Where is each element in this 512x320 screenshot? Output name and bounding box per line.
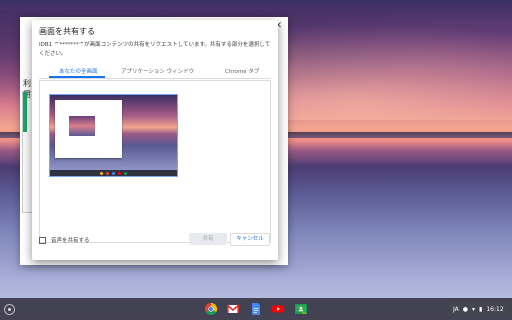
dialog-title: 画面を共有する <box>39 27 95 36</box>
tab-entire-screen[interactable]: あなたの全画面 <box>59 67 98 75</box>
thumbnail-app-icon <box>106 172 109 175</box>
share-screen-dialog: 画面を共有する IDB1 ™*******™が画面コンテンツの共有をリクエストし… <box>32 20 278 260</box>
source-tabs: あなたの全画面 アプリケーション ウィンドウ Chrome タブ <box>39 66 271 79</box>
classroom-icon[interactable] <box>295 303 307 315</box>
tab-application-window[interactable]: アプリケーション ウィンドウ <box>121 67 194 75</box>
clock: 16:12 <box>486 305 504 313</box>
tab-chrome-tab[interactable]: Chrome タブ <box>225 67 259 75</box>
battery-icon: ▮ <box>479 305 483 313</box>
wifi-icon: ▾ <box>472 305 476 313</box>
notification-icon: ● <box>462 305 469 313</box>
background-window-accent <box>23 92 27 132</box>
status-area[interactable]: JA ● ▾ ▮ 16:12 <box>449 302 511 316</box>
thumbnail-shelf <box>50 170 177 176</box>
thumbnail-app-icon <box>112 172 115 175</box>
shelf <box>0 298 512 320</box>
share-audio-label: 音声を共有する <box>51 238 90 244</box>
launcher-button[interactable] <box>4 304 15 315</box>
cancel-button[interactable]: キャンセル <box>230 233 270 246</box>
dialog-description: IDB1 ™*******™が画面コンテンツの共有をリクエストしています。共有す… <box>39 42 271 57</box>
chrome-icon[interactable] <box>205 303 217 315</box>
launcher-icon <box>8 308 11 311</box>
youtube-icon[interactable] <box>272 303 284 315</box>
source-list <box>39 80 271 243</box>
share-audio-option[interactable]: 音声を共有する <box>39 236 90 244</box>
thumbnail-window <box>55 100 122 158</box>
thumbnail-app-icon <box>118 172 121 175</box>
share-audio-checkbox[interactable] <box>39 237 46 244</box>
thumbnail-app-icon <box>124 172 127 175</box>
active-tab-indicator <box>49 76 105 78</box>
docs-icon[interactable] <box>250 303 262 315</box>
language-indicator: JA <box>453 305 459 313</box>
screen-thumbnail[interactable] <box>49 94 178 177</box>
thumbnail-image <box>69 116 95 136</box>
thumbnail-app-icon <box>100 172 103 175</box>
share-button[interactable]: 共有 <box>189 233 227 245</box>
gmail-icon[interactable] <box>227 303 239 315</box>
